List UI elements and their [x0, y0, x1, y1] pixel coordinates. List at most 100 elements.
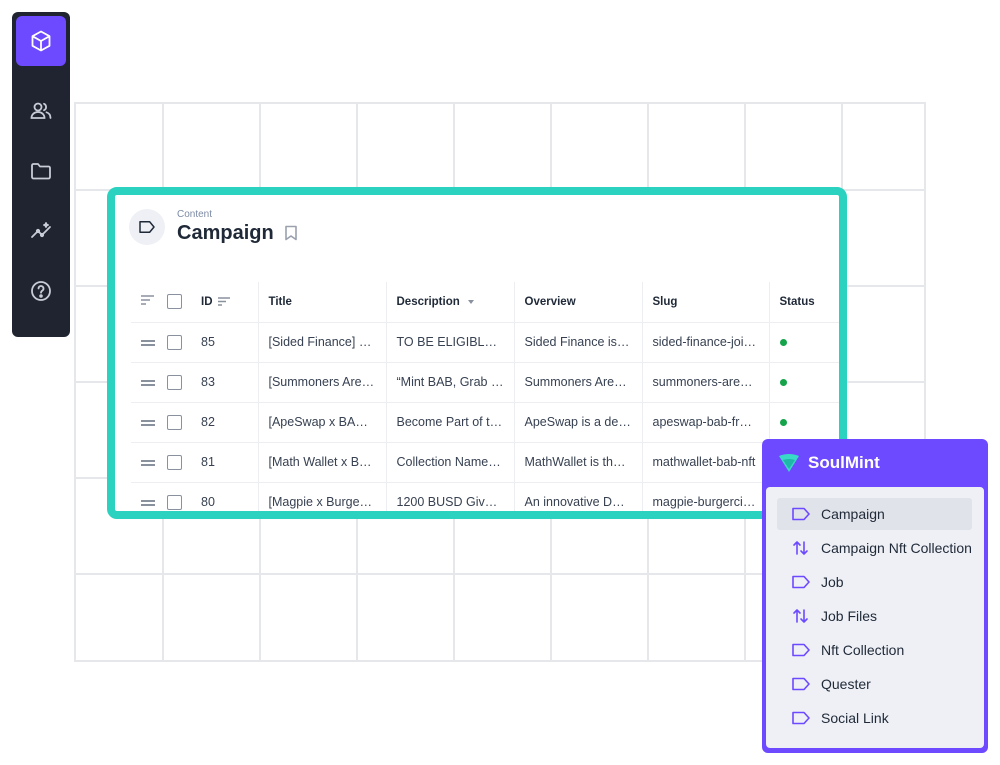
- cell-description: Collection Name: MathWallet BAB: [385, 442, 514, 483]
- rail-analytics-button[interactable]: [16, 206, 66, 256]
- cell-description: TO BE ELIGIBLE, complete the tasks: [385, 322, 514, 363]
- status-dot-published: [779, 379, 787, 387]
- row-checkbox[interactable]: [167, 374, 182, 390]
- column-header-label: ID: [201, 295, 213, 308]
- tag-icon: [792, 575, 810, 589]
- cell-description: 1200 BUSD Giveaway for holders: [385, 482, 514, 511]
- row-checkbox[interactable]: [167, 414, 182, 430]
- cell-status: [768, 362, 839, 403]
- drag-handle-icon: [141, 338, 155, 348]
- table-row[interactable]: 82 [ApeSwap x BAB] Free Mint Become Part…: [131, 402, 839, 443]
- cell-slug: magpie-burgercities-giveaway: [641, 482, 769, 511]
- records-table: ID Title Description Overview Slug Statu…: [131, 282, 839, 511]
- tag-icon: [792, 677, 810, 691]
- tag-icon: [792, 643, 810, 657]
- cell-overview: MathWallet is the multi-chain wallet: [513, 442, 642, 483]
- users-icon: [30, 102, 52, 119]
- cell-id: 81: [191, 442, 258, 483]
- cell-description: “Mint BAB, Grab a Summoners Arena NFT: [385, 362, 514, 403]
- column-header-label: Slug: [652, 295, 678, 308]
- status-dot-published: [779, 419, 787, 427]
- row-select-cell: [167, 482, 191, 511]
- rail-media-button[interactable]: [16, 146, 66, 196]
- sidebar-rail: [12, 12, 70, 337]
- column-options[interactable]: [131, 282, 167, 323]
- drag-handle[interactable]: [131, 362, 167, 403]
- column-header-label: Description: [396, 295, 460, 308]
- cell-id: 83: [191, 362, 258, 403]
- collection-item-label: Campaign: [821, 506, 885, 522]
- status-dot-published: [779, 339, 787, 347]
- select-all-cell: [167, 282, 191, 323]
- cell-id: 85: [191, 322, 258, 363]
- bookmark-icon[interactable]: [284, 225, 298, 241]
- drag-handle[interactable]: [131, 442, 167, 483]
- table-row[interactable]: 80 [Magpie x Burger Cities] Giveaway 120…: [131, 482, 839, 511]
- collection-item-social-link[interactable]: Social Link: [777, 702, 972, 734]
- cell-title: [Summoners Arena] Mint BAB: [257, 362, 386, 403]
- drag-handle-icon: [141, 378, 155, 388]
- chevron-down-icon: [467, 299, 474, 304]
- collection-item-job-files[interactable]: Job Files: [777, 600, 972, 632]
- rail-content-button[interactable]: [16, 16, 66, 66]
- collection-list: Campaign Campaign Nft Collection Job Job…: [766, 487, 984, 748]
- sort-icon: [217, 297, 230, 306]
- cell-overview: An innovative DeFi platform: [513, 482, 642, 511]
- column-header-status[interactable]: Status: [768, 282, 839, 323]
- cell-slug: summoners-arena-bab: [641, 362, 769, 403]
- collection-item-job[interactable]: Job: [777, 566, 972, 598]
- cell-title: [Magpie x Burger Cities] Giveaway: [257, 482, 386, 511]
- row-checkbox[interactable]: [167, 494, 182, 510]
- collection-item-quester[interactable]: Quester: [777, 668, 972, 700]
- row-select-cell: [167, 402, 191, 443]
- column-header-overview[interactable]: Overview: [513, 282, 642, 323]
- cell-status: [768, 402, 839, 443]
- column-header-title[interactable]: Title: [257, 282, 386, 323]
- tag-icon: [139, 221, 155, 233]
- cell-title: [Sided Finance] Join Sided Finance: [257, 322, 386, 363]
- breadcrumb-section: Content: [177, 209, 213, 220]
- select-all-checkbox[interactable]: [167, 294, 182, 310]
- cell-description: Become Part of the ApeSwap community: [385, 402, 514, 443]
- drag-handle-icon: [141, 458, 155, 468]
- table-row[interactable]: 81 [Math Wallet x BAB] NFT Collection Na…: [131, 442, 839, 483]
- tag-icon: [792, 711, 810, 725]
- drag-handle[interactable]: [131, 402, 167, 443]
- table-row[interactable]: 85 [Sided Finance] Join Sided Finance TO…: [131, 322, 839, 363]
- rail-help-button[interactable]: [16, 266, 66, 316]
- table-row[interactable]: 83 [Summoners Arena] Mint BAB “Mint BAB,…: [131, 362, 839, 403]
- cube-icon: [31, 30, 51, 52]
- row-checkbox[interactable]: [167, 454, 182, 470]
- collection-item-label: Quester: [821, 676, 871, 692]
- drag-handle-icon: [141, 418, 155, 428]
- row-select-cell: [167, 322, 191, 363]
- rail-users-button[interactable]: [16, 86, 66, 136]
- list-options-icon: [141, 295, 154, 305]
- page-title: Campaign: [177, 222, 274, 244]
- column-header-description[interactable]: Description: [385, 282, 514, 323]
- collection-item-campaign[interactable]: Campaign: [777, 498, 972, 530]
- column-header-slug[interactable]: Slug: [641, 282, 769, 323]
- arrows-updown-icon: [793, 609, 808, 623]
- panel-header: SoulMint: [762, 439, 988, 487]
- collection-item-nft-collection[interactable]: Nft Collection: [777, 634, 972, 666]
- column-header-label: Overview: [524, 295, 576, 308]
- cell-title: [Math Wallet x BAB] NFT: [257, 442, 386, 483]
- column-header-label: Status: [779, 295, 815, 308]
- collection-item-label: Nft Collection: [821, 642, 905, 658]
- column-header-id[interactable]: ID: [191, 282, 258, 323]
- cell-id: 82: [191, 402, 258, 443]
- column-header-label: Title: [268, 295, 292, 308]
- row-select-cell: [167, 442, 191, 483]
- collection-item-label: Social Link: [821, 710, 889, 726]
- row-checkbox[interactable]: [167, 334, 182, 350]
- cell-status: [768, 322, 839, 363]
- drag-handle-icon: [141, 498, 155, 508]
- cell-overview: ApeSwap is a decentralized exchange: [513, 402, 642, 443]
- cell-title: [ApeSwap x BAB] Free Mint: [257, 402, 386, 443]
- page-header: Content Campaign: [129, 205, 298, 249]
- row-select-cell: [167, 362, 191, 403]
- drag-handle[interactable]: [131, 322, 167, 363]
- drag-handle[interactable]: [131, 482, 167, 511]
- collection-item-campaign-nft-collection[interactable]: Campaign Nft Collection: [777, 532, 972, 564]
